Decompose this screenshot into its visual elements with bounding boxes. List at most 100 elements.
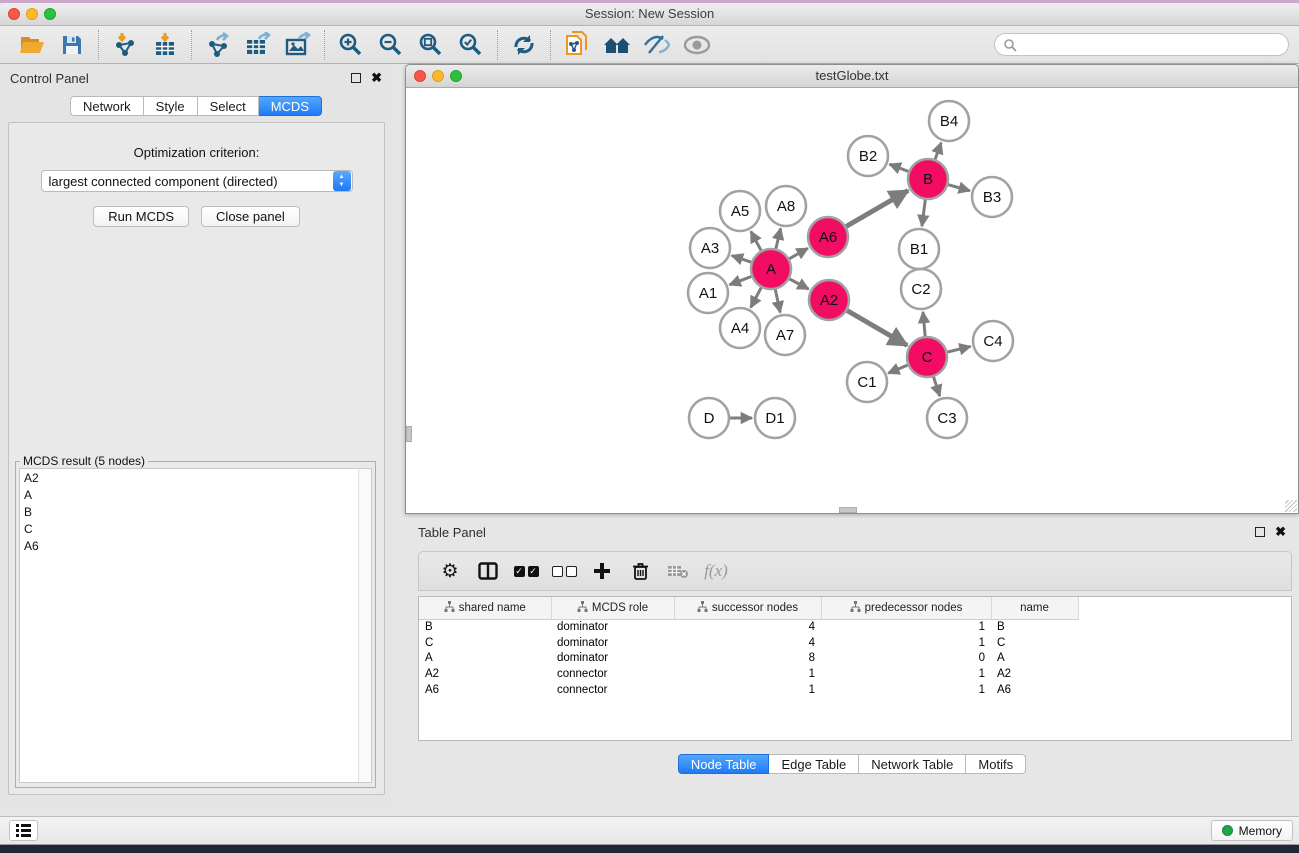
open-file-icon[interactable] bbox=[12, 29, 52, 61]
table-cell[interactable]: A2 bbox=[419, 666, 551, 682]
delete-table-icon[interactable] bbox=[659, 556, 697, 586]
node-A1[interactable]: A1 bbox=[688, 273, 728, 313]
column-header[interactable]: shared name bbox=[419, 597, 551, 619]
node-C1[interactable]: C1 bbox=[847, 362, 887, 402]
network-close-button[interactable] bbox=[414, 70, 426, 82]
table-settings-icon[interactable]: ⚙ bbox=[431, 556, 469, 586]
tab-mcds[interactable]: MCDS bbox=[259, 96, 322, 116]
table-row[interactable]: Cdominator41C bbox=[419, 635, 1090, 651]
tab-edge-table[interactable]: Edge Table bbox=[769, 754, 859, 774]
node-C2[interactable]: C2 bbox=[901, 269, 941, 309]
table-cell[interactable]: 1 bbox=[821, 666, 991, 682]
show-details-icon[interactable] bbox=[677, 29, 717, 61]
table-cell[interactable]: dominator bbox=[551, 635, 674, 651]
criterion-dropdown[interactable]: largest connected component (directed) ▲… bbox=[41, 170, 353, 192]
export-network-icon[interactable] bbox=[198, 29, 238, 61]
export-table-icon[interactable] bbox=[238, 29, 278, 61]
table-cell[interactable]: 0 bbox=[821, 651, 991, 667]
table-cell[interactable]: A bbox=[991, 651, 1078, 667]
table-cell[interactable]: 1 bbox=[821, 635, 991, 651]
table-cell[interactable]: 1 bbox=[821, 619, 991, 635]
node-B1[interactable]: B1 bbox=[899, 229, 939, 269]
zoom-in-icon[interactable] bbox=[331, 29, 371, 61]
table-cell[interactable]: 4 bbox=[674, 635, 821, 651]
tab-network-table[interactable]: Network Table bbox=[859, 754, 966, 774]
result-item[interactable]: B bbox=[20, 503, 371, 520]
node-C3[interactable]: C3 bbox=[927, 398, 967, 438]
column-header[interactable]: predecessor nodes bbox=[821, 597, 991, 619]
column-header[interactable]: MCDS role bbox=[551, 597, 674, 619]
tab-motifs[interactable]: Motifs bbox=[966, 754, 1026, 774]
column-header[interactable]: successor nodes bbox=[674, 597, 821, 619]
tab-style[interactable]: Style bbox=[144, 96, 198, 116]
task-history-button[interactable] bbox=[9, 820, 38, 841]
tab-node-table[interactable]: Node Table bbox=[678, 754, 770, 774]
table-cell[interactable]: 1 bbox=[821, 682, 991, 698]
table-cell[interactable]: A6 bbox=[991, 682, 1078, 698]
unselect-all-columns-icon[interactable] bbox=[545, 556, 583, 586]
node-D[interactable]: D bbox=[689, 398, 729, 438]
node-A8[interactable]: A8 bbox=[766, 186, 806, 226]
float-panel-icon[interactable] bbox=[351, 73, 361, 83]
zoom-fit-icon[interactable] bbox=[411, 29, 451, 61]
table-cell[interactable]: C bbox=[991, 635, 1078, 651]
node-B3[interactable]: B3 bbox=[972, 177, 1012, 217]
search-box[interactable] bbox=[994, 33, 1289, 56]
table-cell[interactable]: dominator bbox=[551, 651, 674, 667]
result-item[interactable]: C bbox=[20, 520, 371, 537]
import-network-icon[interactable] bbox=[105, 29, 145, 61]
new-network-from-selection-icon[interactable] bbox=[557, 29, 597, 61]
table-cell[interactable]: B bbox=[419, 619, 551, 635]
network-minimize-button[interactable] bbox=[432, 70, 444, 82]
table-cell[interactable]: C bbox=[419, 635, 551, 651]
node-D1[interactable]: D1 bbox=[755, 398, 795, 438]
add-column-icon[interactable] bbox=[583, 556, 621, 586]
close-panel-icon[interactable]: ✖ bbox=[371, 73, 382, 83]
node-A4[interactable]: A4 bbox=[720, 308, 760, 348]
result-item[interactable]: A6 bbox=[20, 537, 371, 554]
first-neighbors-icon[interactable] bbox=[597, 29, 637, 61]
mcds-result-list[interactable]: A2ABCA6 bbox=[19, 468, 372, 783]
table-cell[interactable]: A bbox=[419, 651, 551, 667]
result-item[interactable]: A bbox=[20, 486, 371, 503]
network-maximize-button[interactable] bbox=[450, 70, 462, 82]
network-window-titlebar[interactable]: testGlobe.txt bbox=[406, 65, 1298, 88]
node-A7[interactable]: A7 bbox=[765, 315, 805, 355]
table-row[interactable]: A2connector11A2 bbox=[419, 666, 1090, 682]
apply-layout-icon[interactable] bbox=[504, 29, 544, 61]
table-cell[interactable]: dominator bbox=[551, 619, 674, 635]
node-A[interactable]: A bbox=[751, 249, 791, 289]
import-table-icon[interactable] bbox=[145, 29, 185, 61]
node-C4[interactable]: C4 bbox=[973, 321, 1013, 361]
delete-column-icon[interactable] bbox=[621, 556, 659, 586]
table-close-icon[interactable]: ✖ bbox=[1275, 527, 1286, 537]
close-window-button[interactable] bbox=[8, 8, 20, 20]
node-B[interactable]: B bbox=[908, 159, 948, 199]
close-panel-button[interactable]: Close panel bbox=[201, 206, 300, 227]
table-row[interactable]: A6connector11A6 bbox=[419, 682, 1090, 698]
node-A3[interactable]: A3 bbox=[690, 228, 730, 268]
window-resize-grip[interactable] bbox=[1285, 500, 1297, 512]
canvas-vertical-scrollbar[interactable] bbox=[406, 426, 412, 442]
table-cell[interactable]: 4 bbox=[674, 619, 821, 635]
select-all-columns-icon[interactable]: ✓✓ bbox=[507, 556, 545, 586]
tab-network[interactable]: Network bbox=[70, 96, 144, 116]
memory-button[interactable]: Memory bbox=[1211, 820, 1293, 841]
export-image-icon[interactable] bbox=[278, 29, 318, 61]
maximize-window-button[interactable] bbox=[44, 8, 56, 20]
node-A5[interactable]: A5 bbox=[720, 191, 760, 231]
node-B4[interactable]: B4 bbox=[929, 101, 969, 141]
node-A2[interactable]: A2 bbox=[809, 280, 849, 320]
network-canvas[interactable]: B4B2BB3A8A5A6A3B1AC2A1A2A4A7C4CC1C3DD1 bbox=[406, 88, 1298, 513]
table-cell[interactable]: A6 bbox=[419, 682, 551, 698]
table-cell[interactable]: B bbox=[991, 619, 1078, 635]
node-A6[interactable]: A6 bbox=[808, 217, 848, 257]
table-row[interactable]: Bdominator41B bbox=[419, 619, 1090, 635]
table-cell[interactable]: connector bbox=[551, 666, 674, 682]
node-B2[interactable]: B2 bbox=[848, 136, 888, 176]
search-input[interactable] bbox=[1017, 36, 1288, 54]
zoom-selected-icon[interactable] bbox=[451, 29, 491, 61]
save-session-icon[interactable] bbox=[52, 29, 92, 61]
network-graph[interactable]: B4B2BB3A8A5A6A3B1AC2A1A2A4A7C4CC1C3DD1 bbox=[406, 88, 1298, 513]
result-item[interactable]: A2 bbox=[20, 469, 371, 486]
